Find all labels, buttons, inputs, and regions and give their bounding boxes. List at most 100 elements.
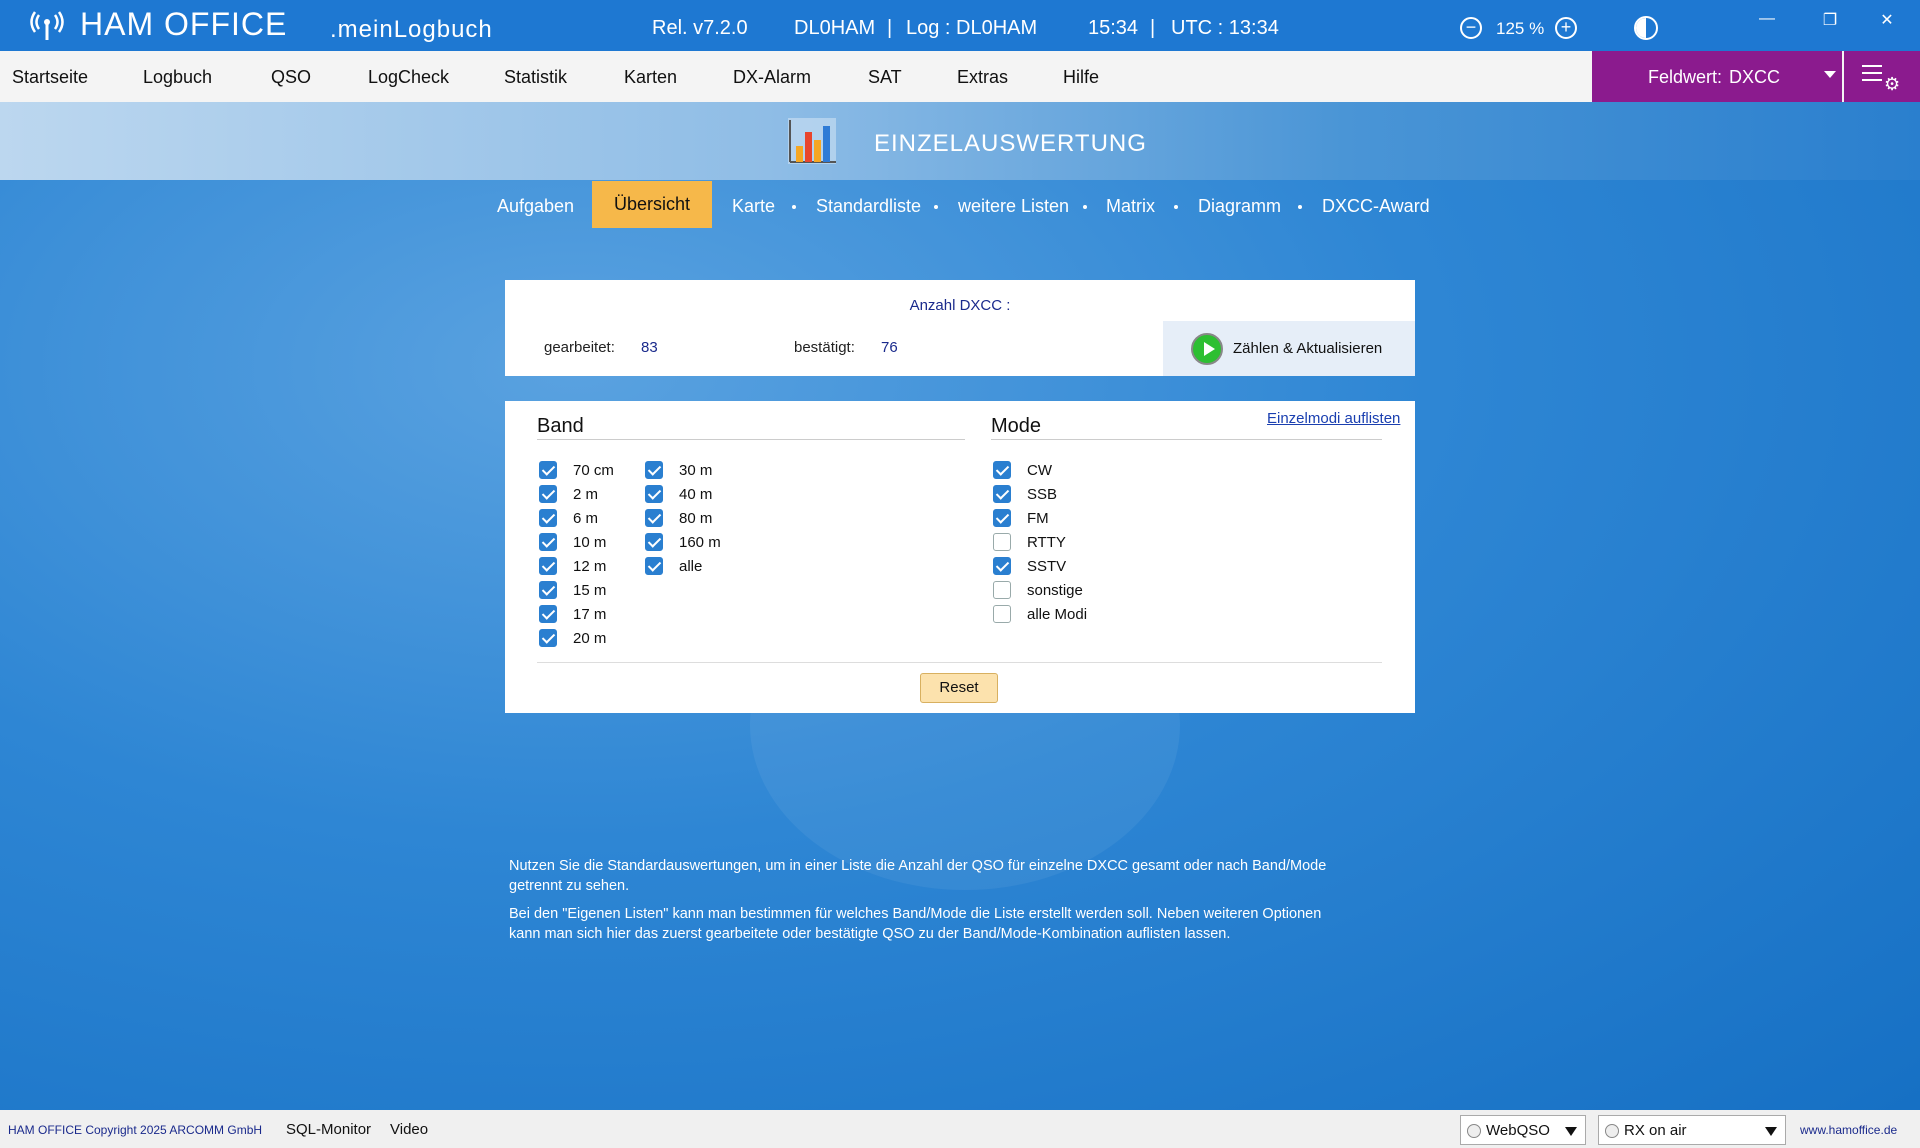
einzelmodi-link[interactable]: Einzelmodi auflisten <box>1267 410 1400 427</box>
menu-dx-alarm[interactable]: DX-Alarm <box>733 67 811 88</box>
contrast-icon[interactable] <box>1634 16 1658 40</box>
checkbox-fm[interactable] <box>993 509 1011 527</box>
checkbox-label: 40 m <box>679 486 713 503</box>
checkbox-cw[interactable] <box>993 461 1011 479</box>
checkbox-70-cm[interactable] <box>539 461 557 479</box>
checkbox-label: 12 m <box>573 558 607 575</box>
reset-button[interactable]: Reset <box>920 673 998 703</box>
local-time: 15:34 <box>1088 17 1139 39</box>
feldwert-value: DXCC <box>1729 67 1781 87</box>
checkbox-20-m[interactable] <box>539 629 557 647</box>
tab-karte[interactable]: Karte <box>732 196 775 217</box>
checkbox-label: 70 cm <box>573 462 614 479</box>
mode-section-title: Mode <box>991 415 1042 437</box>
callsign-label: DL0HAM <box>794 17 876 39</box>
checkbox-sstv[interactable] <box>993 557 1011 575</box>
panel-divider <box>537 662 1382 663</box>
gear-icon: ⚙ <box>1884 74 1901 94</box>
tab-separator-dot <box>934 205 938 209</box>
zoom-in-button[interactable]: + <box>1555 17 1577 39</box>
status-indicator-icon <box>1605 1124 1619 1138</box>
checkbox-label: SSTV <box>1027 558 1067 575</box>
close-button[interactable]: ✕ <box>1872 10 1902 30</box>
checkbox-rtty[interactable] <box>993 533 1011 551</box>
checkbox-label: alle <box>679 558 703 575</box>
tab-matrix[interactable]: Matrix <box>1106 196 1155 217</box>
antenna-icon <box>30 11 64 40</box>
checkbox-label: 15 m <box>573 582 607 599</box>
rx-label: RX on air <box>1624 1122 1687 1139</box>
checkbox-label: SSB <box>1027 486 1058 503</box>
checkbox-label: 2 m <box>573 486 599 503</box>
confirmed-label: bestätigt: <box>794 339 855 356</box>
tab-diagramm[interactable]: Diagramm <box>1198 196 1281 217</box>
website-link[interactable]: www.hamoffice.de <box>1800 1123 1897 1137</box>
tab-standardliste[interactable]: Standardliste <box>816 196 921 217</box>
checkbox-80-m[interactable] <box>645 509 663 527</box>
worked-label: gearbeitet: <box>544 339 615 356</box>
count-update-button[interactable]: Zählen & Aktualisieren <box>1163 321 1415 376</box>
tab-separator-dot <box>1298 205 1302 209</box>
tab-separator-dot <box>1174 205 1178 209</box>
zoom-level: 125 % <box>1496 19 1545 38</box>
chevron-down-icon <box>1765 1127 1777 1136</box>
video-link[interactable]: Video <box>390 1121 428 1138</box>
menu-startseite[interactable]: Startseite <box>12 67 88 88</box>
checkbox-alle-modi[interactable] <box>993 605 1011 623</box>
sql-monitor-link[interactable]: SQL-Monitor <box>286 1121 371 1138</box>
app-subtitle: .meinLogbuch <box>330 16 493 43</box>
summary-title: Anzahl DXCC : <box>909 297 1011 314</box>
checkbox-label: 10 m <box>573 534 607 551</box>
checkbox-label: FM <box>1027 510 1049 527</box>
tab-aufgaben[interactable]: Aufgaben <box>497 196 574 217</box>
checkbox-2-m[interactable] <box>539 485 557 503</box>
menu-qso[interactable]: QSO <box>271 67 311 88</box>
checkbox-alle[interactable] <box>645 557 663 575</box>
menu-logcheck[interactable]: LogCheck <box>368 67 449 88</box>
release-label: Rel. v7.2.0 <box>652 17 748 39</box>
checkbox-15-m[interactable] <box>539 581 557 599</box>
page-banner: EINZELAUSWERTUNG <box>0 102 1920 180</box>
checkbox-17-m[interactable] <box>539 605 557 623</box>
menu-logbuch[interactable]: Logbuch <box>143 67 212 88</box>
feldwert-dropdown[interactable]: Feldwert: DXCC <box>1592 51 1842 102</box>
feldwert-label: Feldwert: <box>1648 67 1723 87</box>
checkbox-10-m[interactable] <box>539 533 557 551</box>
worked-value: 83 <box>641 339 658 356</box>
checkbox-160-m[interactable] <box>645 533 663 551</box>
menu-extras[interactable]: Extras <box>957 67 1008 88</box>
checkbox-label: 160 m <box>679 534 721 551</box>
tab-uebersicht[interactable]: Übersicht <box>592 181 712 228</box>
webqso-select[interactable]: WebQSO <box>1460 1115 1586 1145</box>
minimize-button[interactable]: — <box>1752 10 1782 28</box>
status-indicator-icon <box>1467 1124 1481 1138</box>
chevron-down-icon <box>1824 71 1836 78</box>
tab-separator-dot <box>1083 205 1087 209</box>
menu-bar: Startseite Logbuch QSO LogCheck Statisti… <box>0 51 1920 102</box>
checkbox-label: sonstige <box>1027 582 1083 599</box>
tab-weitere-listen[interactable]: weitere Listen <box>958 196 1069 217</box>
checkbox-30-m[interactable] <box>645 461 663 479</box>
tab-dxcc-award[interactable]: DXCC-Award <box>1322 196 1430 217</box>
checkbox-40-m[interactable] <box>645 485 663 503</box>
menu-statistik[interactable]: Statistik <box>504 67 567 88</box>
checkbox-6-m[interactable] <box>539 509 557 527</box>
app-title: HAM OFFICE <box>80 6 288 42</box>
menu-karten[interactable]: Karten <box>624 67 677 88</box>
checkbox-12-m[interactable] <box>539 557 557 575</box>
rx-select[interactable]: RX on air <box>1598 1115 1786 1145</box>
settings-menu-button[interactable]: ⚙ <box>1844 51 1920 102</box>
log-label: Log : DL0HAM <box>906 17 1038 39</box>
tab-bar: Aufgaben Karte Standardliste weitere Lis… <box>0 180 1920 228</box>
separator: | <box>1150 17 1156 39</box>
menu-hilfe[interactable]: Hilfe <box>1063 67 1099 88</box>
menu-sat[interactable]: SAT <box>868 67 902 88</box>
band-divider <box>537 439 965 440</box>
checkbox-ssb[interactable] <box>993 485 1011 503</box>
restore-button[interactable]: ❐ <box>1815 10 1845 30</box>
chevron-down-icon <box>1565 1127 1577 1136</box>
checkbox-label: RTTY <box>1027 534 1066 551</box>
checkbox-sonstige[interactable] <box>993 581 1011 599</box>
zoom-out-button[interactable]: − <box>1460 17 1482 39</box>
play-icon <box>1191 333 1223 365</box>
